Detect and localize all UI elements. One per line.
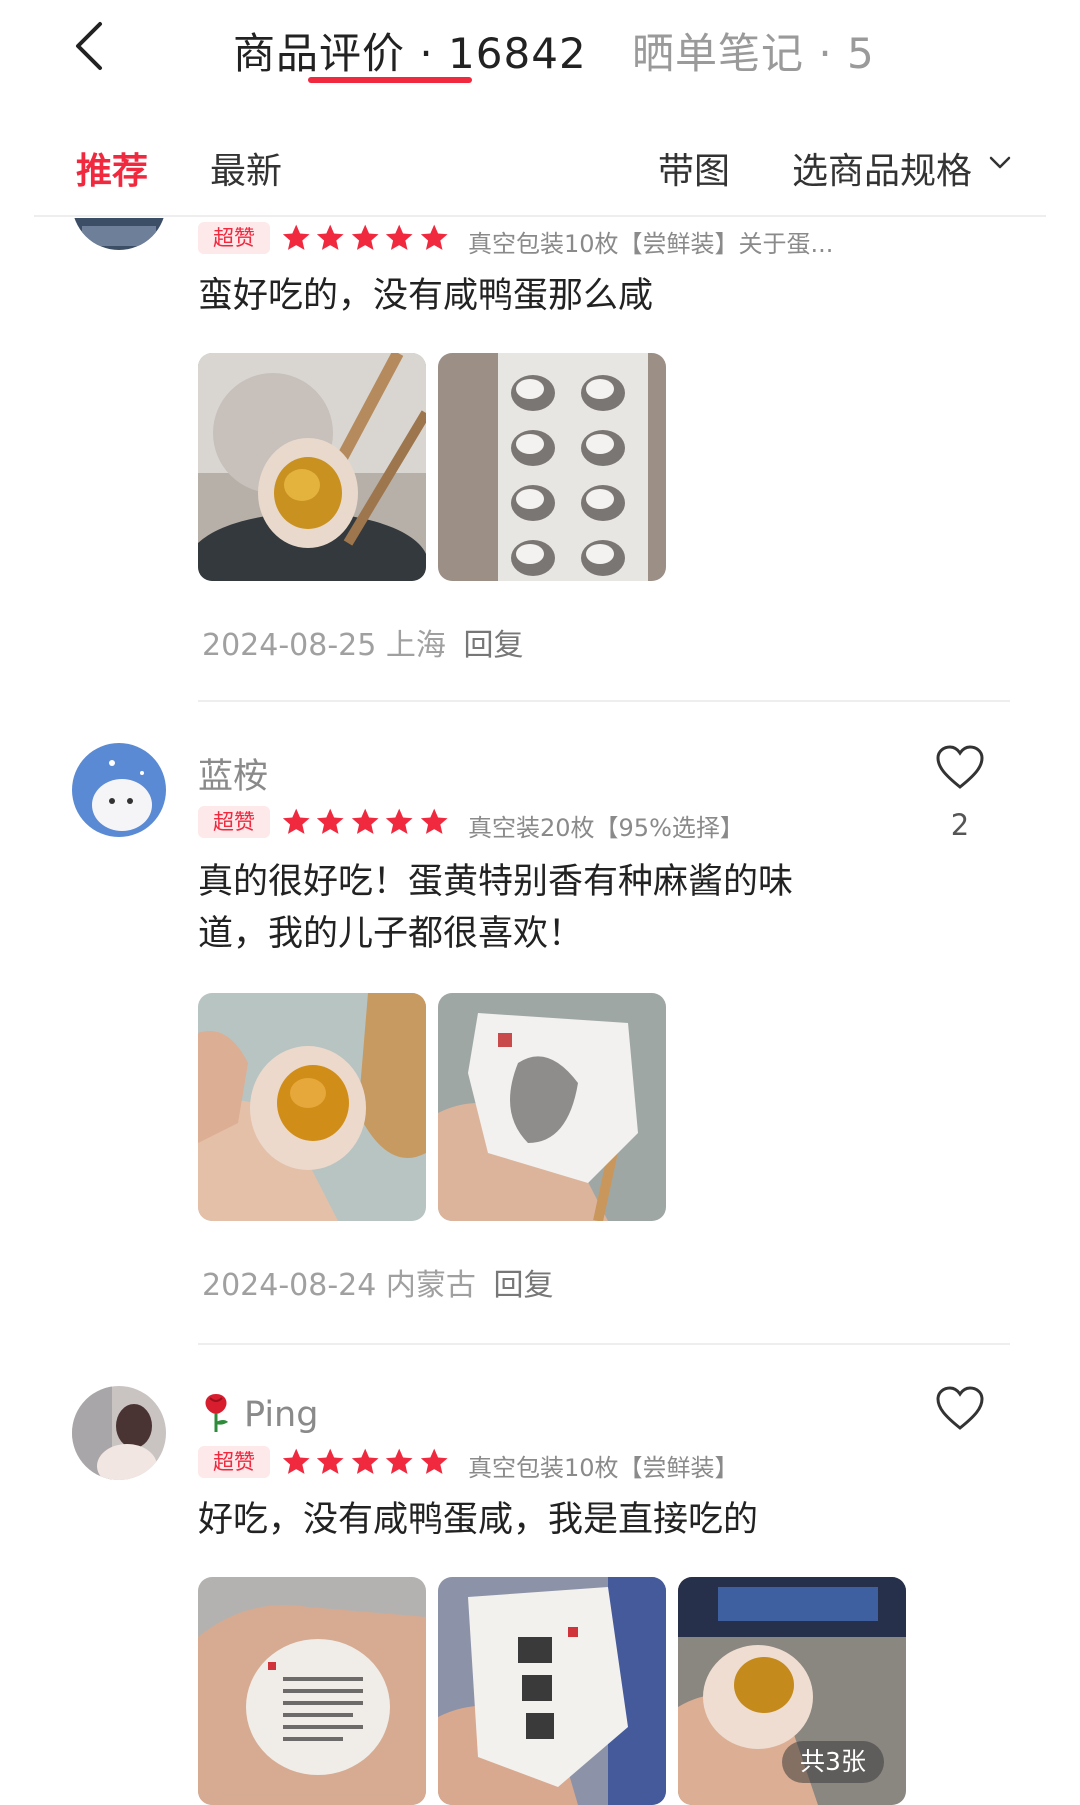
review-photos: [198, 353, 666, 581]
username[interactable]: Ping: [198, 1390, 318, 1435]
product-spec: 真空包装10枚【尝鲜装】关于蛋...: [468, 230, 834, 258]
filter-with-images[interactable]: 带图: [658, 142, 730, 194]
product-spec: 真空包装10枚【尝鲜装】: [468, 1454, 739, 1482]
tab-share-notes[interactable]: 晒单笔记 · 5: [632, 20, 875, 81]
filter-recommended[interactable]: 推荐: [76, 142, 148, 194]
product-spec: 真空装20枚【95%选择】: [468, 814, 744, 842]
review-photo[interactable]: [438, 993, 666, 1221]
review-location: 内蒙古: [385, 1268, 476, 1303]
star-icon: [317, 808, 344, 834]
review-photo[interactable]: [438, 1577, 666, 1805]
active-tab-indicator: [308, 77, 472, 83]
star-icon: [386, 224, 413, 250]
review-photo[interactable]: [198, 1577, 426, 1805]
username[interactable]: 蓝桉: [198, 748, 268, 799]
heart-icon[interactable]: [935, 1386, 985, 1432]
review-location: 上海: [385, 628, 446, 663]
review-divider: [198, 700, 1010, 702]
review-date: 2024-08-25: [202, 628, 377, 663]
star-rating: [280, 806, 450, 838]
top-bar: 商品评价 · 16842 晒单笔记 · 5: [0, 0, 1080, 100]
star-icon: [282, 224, 310, 250]
back-arrow-icon[interactable]: [68, 18, 112, 74]
like-count: 2: [950, 808, 970, 842]
review-photo[interactable]: [198, 353, 426, 581]
heart-icon[interactable]: [935, 745, 985, 791]
review-text: 真的很好吃！蛋黄特别香有种麻酱的味道，我的儿子都很喜欢！: [198, 862, 794, 954]
star-icon: [351, 224, 379, 250]
photo-count-badge: 共3张: [782, 1741, 884, 1783]
star-icon: [282, 808, 310, 834]
reply-link[interactable]: 回复: [463, 628, 523, 663]
review-photos: [198, 993, 666, 1221]
filter-latest[interactable]: 最新: [210, 142, 282, 194]
username-text: Ping: [244, 1395, 319, 1435]
divider: [34, 215, 1046, 217]
rating-badge: 超赞: [198, 1446, 270, 1478]
star-icon: [351, 808, 379, 834]
tab-product-reviews[interactable]: 商品评价 · 16842: [233, 20, 587, 81]
rating-badge: 超赞: [198, 222, 270, 254]
review-text: 蛮好吃的，没有咸鸭蛋那么咸: [198, 276, 654, 316]
avatar[interactable]: [72, 743, 166, 837]
review-date: 2024-08-24: [202, 1268, 377, 1303]
review-photo[interactable]: [198, 993, 426, 1221]
star-icon: [386, 1448, 413, 1474]
review-meta: 2024-08-25 上海 回复: [202, 620, 523, 664]
star-rating: [280, 222, 450, 254]
reply-link[interactable]: 回复: [493, 1268, 553, 1303]
star-icon: [351, 1448, 379, 1474]
filter-select-spec[interactable]: 选商品规格: [792, 142, 972, 194]
review-meta: 2024-08-24 内蒙古 回复: [202, 1260, 553, 1304]
star-icon: [420, 224, 448, 250]
star-rating: [280, 1446, 450, 1478]
star-icon: [420, 1448, 448, 1474]
star-icon: [386, 808, 413, 834]
review-photo[interactable]: 共3张: [678, 1577, 906, 1805]
rose-icon: [205, 1394, 228, 1432]
avatar[interactable]: [72, 1386, 166, 1480]
star-icon: [282, 1448, 310, 1474]
review-divider: [198, 1343, 1010, 1345]
star-icon: [420, 808, 448, 834]
review-photos: 共3张: [198, 1577, 906, 1805]
star-icon: [317, 224, 344, 250]
filter-bar: 推荐 最新 带图 选商品规格: [0, 116, 1080, 216]
review-photo[interactable]: [438, 353, 666, 581]
chevron-down-icon[interactable]: [988, 152, 1012, 174]
rating-badge: 超赞: [198, 806, 270, 838]
star-icon: [317, 1448, 344, 1474]
review-text: 好吃，没有咸鸭蛋咸，我是直接吃的: [198, 1500, 759, 1540]
